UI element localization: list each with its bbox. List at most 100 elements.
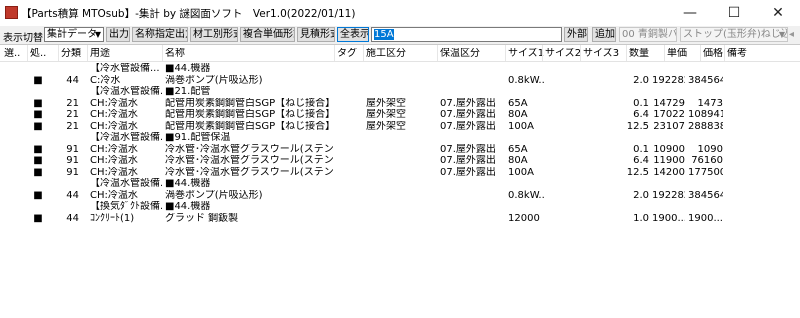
table-row[interactable]: 【冷温水管設備... ■44.機器 bbox=[0, 178, 800, 189]
cell-s3 bbox=[583, 109, 617, 120]
cell-s1: 0.8kW... bbox=[508, 189, 544, 201]
column-header-tag[interactable]: タグ bbox=[337, 48, 357, 59]
column-header-sel[interactable]: 選.. bbox=[4, 48, 20, 59]
column-header-use[interactable]: 用途 bbox=[90, 48, 110, 59]
cell-s1 bbox=[508, 86, 544, 97]
cell-note bbox=[727, 86, 797, 97]
cell-amount: 1900... bbox=[688, 212, 723, 224]
column-header-name[interactable]: 名称 bbox=[165, 48, 185, 59]
minimize-button[interactable]: — bbox=[668, 0, 712, 26]
cell-work bbox=[366, 75, 436, 86]
column-separator[interactable] bbox=[505, 45, 506, 61]
column-header-qty[interactable]: 数量 bbox=[629, 48, 649, 59]
cell-qty: 2.0 bbox=[633, 189, 649, 201]
table-row[interactable]: 【冷温水管設備... ■91.配管保温 bbox=[0, 132, 800, 143]
cell-s2 bbox=[545, 190, 583, 201]
cell-amount: 177500 bbox=[688, 166, 723, 178]
column-separator[interactable] bbox=[724, 45, 725, 61]
display-mode-select[interactable]: 集計データ ▼ bbox=[44, 27, 104, 42]
column-separator[interactable] bbox=[626, 45, 627, 61]
column-header-cls[interactable]: 分類 bbox=[61, 48, 81, 59]
cell-mark: ■ bbox=[33, 143, 43, 155]
item-select-value: ストップ(玉形弁)ねじ込み bbox=[683, 29, 787, 40]
cell-s2 bbox=[545, 121, 583, 132]
table-row[interactable]: 【冷温水管設備... ■21.配管 bbox=[0, 86, 800, 97]
cell-mark bbox=[27, 63, 49, 74]
cell-insul: 07.屋外露出 bbox=[440, 109, 496, 120]
column-separator[interactable] bbox=[363, 45, 364, 61]
column-header-s1[interactable]: サイズ1 bbox=[508, 48, 544, 59]
column-header-s3[interactable]: サイズ3 bbox=[583, 48, 619, 59]
column-separator[interactable] bbox=[542, 45, 543, 61]
cell-sel bbox=[4, 213, 20, 224]
table-row[interactable]: ■ 21 CH:冷温水 配管用炭素鋼鋼管白SGP【ねじ接合】 屋外架空 07.屋外露出 10… bbox=[0, 121, 800, 132]
column-separator[interactable] bbox=[162, 45, 163, 61]
cell-price: 192282 bbox=[652, 189, 685, 201]
cell-price bbox=[652, 63, 685, 74]
column-header-note[interactable]: 備考 bbox=[727, 48, 747, 59]
material-format-button[interactable]: 材工別形式 bbox=[190, 27, 238, 42]
column-separator[interactable] bbox=[437, 45, 438, 61]
column-separator[interactable] bbox=[664, 45, 665, 61]
title-bar: 【Parts積算 MTOsub】-集計 by 謎図面ソフト Ver1.0(202… bbox=[0, 0, 800, 26]
cell-qty bbox=[620, 178, 649, 189]
cell-price bbox=[652, 201, 685, 212]
cell-insul bbox=[440, 132, 506, 143]
table-row[interactable]: ■ 91 CH:冷温水 冷水管･冷温水管グラスウール(ステンレス鋼... 07.屋外露出… bbox=[0, 167, 800, 178]
column-separator[interactable] bbox=[87, 45, 88, 61]
table-row[interactable]: 【換気ﾀﾞｸﾄ設備... ■44.機器 bbox=[0, 201, 800, 212]
cell-mark: ■ bbox=[33, 109, 43, 120]
estimate-format-button[interactable]: 見積形式 bbox=[297, 27, 335, 42]
column-separator[interactable] bbox=[58, 45, 59, 61]
cell-s1 bbox=[508, 178, 544, 189]
column-header-mark[interactable]: 処.. bbox=[30, 48, 46, 59]
cell-s3 bbox=[583, 144, 617, 155]
scroll-left-icon[interactable]: ◂ bbox=[789, 29, 794, 40]
name-output-button[interactable]: 名称指定出力 bbox=[132, 27, 188, 42]
table-row[interactable]: ■ 44 ｺﾝｸﾘｰﾄ(1) グラッド 鋼鈑製 12000 1.0 1900... 1900.… bbox=[0, 213, 800, 224]
cell-s3 bbox=[583, 121, 617, 132]
external-button[interactable]: 外部 bbox=[564, 27, 588, 42]
column-header-insul[interactable]: 保温区分 bbox=[440, 48, 480, 59]
column-separator[interactable] bbox=[580, 45, 581, 61]
cell-tag bbox=[336, 178, 366, 189]
table-row[interactable]: ■ 44 C:冷水 渦巻ポンプ(片吸込形) 0.8kW... 2.019228238456… bbox=[0, 75, 800, 86]
column-header-s2[interactable]: サイズ2 bbox=[545, 48, 581, 59]
column-header-work[interactable]: 施工区分 bbox=[366, 48, 406, 59]
cell-qty: 12.5 bbox=[626, 120, 649, 132]
cell-mark: ■ bbox=[33, 212, 43, 224]
cell-use: CH:冷温水 bbox=[90, 155, 138, 166]
add-button[interactable]: 追加 bbox=[592, 27, 616, 42]
close-button[interactable]: ✕ bbox=[756, 0, 800, 26]
table-row[interactable]: ■ 21 CH:冷温水 配管用炭素鋼鋼管白SGP【ねじ接合】 屋外架空 07.屋外露出 80… bbox=[0, 109, 800, 120]
toolbar: 表示切替 集計データ ▼ 出力 名称指定出力 材工別形式 複合単価形式 見積形式… bbox=[0, 26, 800, 44]
item-select[interactable]: ストップ(玉形弁)ねじ込み ▼ bbox=[680, 27, 788, 42]
filter-input[interactable]: 15A bbox=[371, 27, 562, 42]
show-all-button[interactable]: 全表示 bbox=[337, 27, 369, 42]
cell-name: ■44.機器 bbox=[165, 201, 211, 212]
column-separator[interactable] bbox=[27, 45, 28, 61]
column-header-price[interactable]: 単価 bbox=[667, 48, 687, 59]
cell-note bbox=[727, 63, 797, 74]
table-row[interactable]: ■ 91 CH:冷温水 冷水管･冷温水管グラスウール(ステンレス鋼... 07.屋外露出… bbox=[0, 144, 800, 155]
column-separator[interactable] bbox=[334, 45, 335, 61]
table-row[interactable]: ■ 21 CH:冷温水 配管用炭素鋼鋼管白SGP【ねじ接合】 屋外架空 07.屋外露出 65… bbox=[0, 98, 800, 109]
maximize-button[interactable]: ☐ bbox=[712, 0, 756, 26]
table-row[interactable]: ■ 91 CH:冷温水 冷水管･冷温水管グラスウール(ステンレス鋼... 07.屋外露出… bbox=[0, 155, 800, 166]
cell-amount bbox=[688, 178, 723, 189]
cell-qty bbox=[620, 86, 649, 97]
cell-work: 屋外架空 bbox=[366, 97, 406, 109]
cell-qty: 2.0 bbox=[633, 74, 649, 86]
table-row[interactable]: 【冷水管設備... ■44.機器 bbox=[0, 63, 800, 74]
table-row[interactable]: ■ 44 CH:冷温水 渦巻ポンプ(片吸込形) 0.8kW... 2.0192282384… bbox=[0, 190, 800, 201]
material-select[interactable]: 00 青銅製バ bbox=[619, 27, 677, 42]
window-title: 【Parts積算 MTOsub】-集計 by 謎図面ソフト Ver1.0(202… bbox=[21, 8, 356, 20]
column-separator[interactable] bbox=[700, 45, 701, 61]
compound-format-button[interactable]: 複合単価形式 bbox=[240, 27, 295, 42]
column-header-amount[interactable]: 価格 bbox=[703, 48, 723, 59]
cell-insul bbox=[440, 86, 506, 97]
cell-amount: 384564 bbox=[688, 189, 723, 201]
cell-tag bbox=[336, 63, 366, 74]
output-button[interactable]: 出力 bbox=[106, 27, 130, 42]
cell-sel bbox=[4, 132, 20, 143]
